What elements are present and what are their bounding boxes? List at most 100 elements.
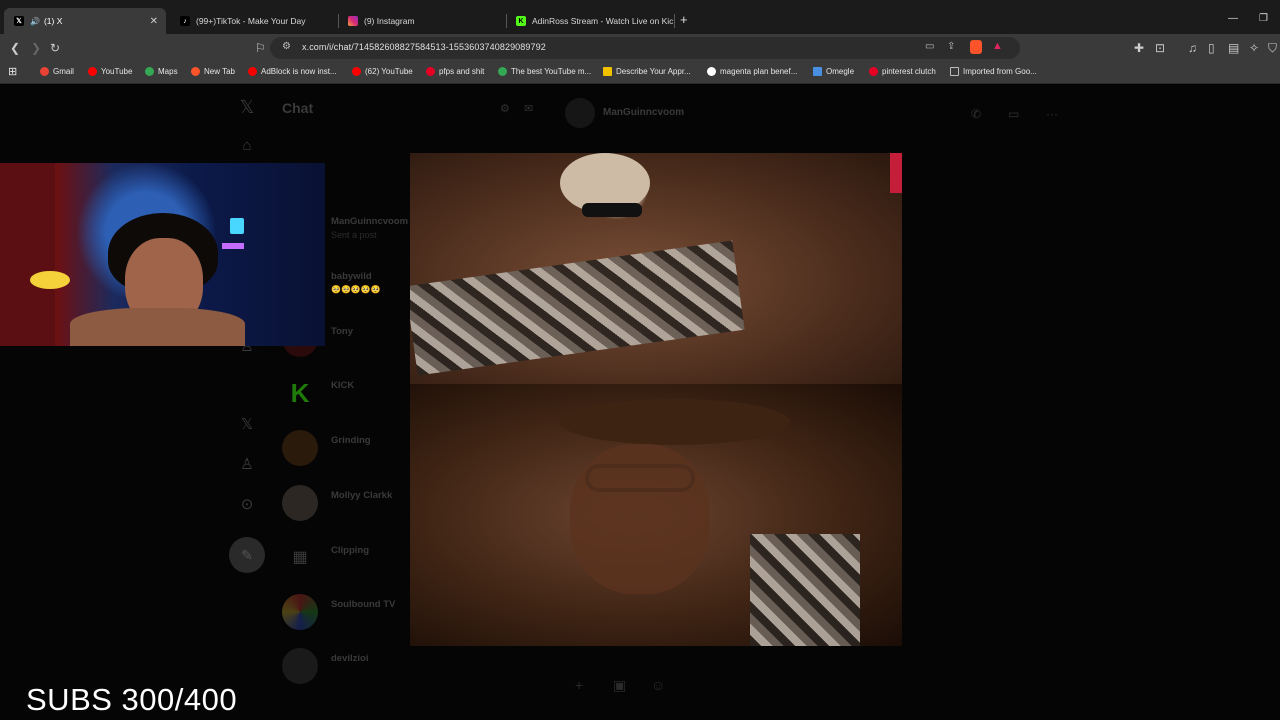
patterned-sleeve [410,240,745,376]
tab-separator [674,14,675,28]
forward-icon[interactable]: ❯ [31,41,41,55]
red-accent [890,153,902,193]
bookmark-label: The best YouTube m... [511,67,592,76]
bookmark-label: Imported from Goo... [963,67,1037,76]
bookmark-youtube[interactable]: YouTube [88,67,132,76]
bookmark-youtube-62[interactable]: (62) YouTube [352,67,413,76]
new-tab-button[interactable]: + [680,12,688,27]
avatar [282,430,318,466]
site-info-icon[interactable]: ⚙ [282,41,291,52]
wallet-icon[interactable]: ▤ [1228,41,1239,55]
google-icon [707,67,716,76]
minimize-button[interactable]: — [1228,13,1238,24]
phone-icon[interactable]: ✆ [971,107,981,121]
music-icon[interactable]: ♫ [1188,41,1197,55]
patterned-sleeve [750,534,860,646]
bookmark-magenta[interactable]: magenta plan benef... [707,67,797,76]
bookmark-pfps[interactable]: pfps and shit [426,67,484,76]
kick-icon: K [516,16,526,26]
bookmark-adblock[interactable]: AdBlock is now inst... [248,67,337,76]
tab-kick[interactable]: K AdinRoss Stream - Watch Live on Kic [506,8,675,34]
bookmark-label: Gmail [53,67,74,76]
bookmark-omegle[interactable]: Omegle [813,67,854,76]
new-message-icon[interactable]: ✉ [524,102,533,115]
tab-instagram[interactable]: (9) Instagram [338,8,507,34]
vpn-icon[interactable]: ⛉ [1268,41,1277,55]
browser-tab-strip: 𝕏 🔊 (1) X ✕ ♪ (99+)TikTok - Make Your Da… [0,0,1280,38]
bookmark-label: Maps [158,67,178,76]
adblock-icon [248,67,257,76]
bookmark-label: Omegle [826,67,855,76]
bookmark-icon[interactable]: ⚐ [255,41,266,55]
back-icon[interactable]: ❮ [10,41,20,55]
chat-header-name: ManGuinncvoom [603,107,685,118]
conversation-item[interactable]: K KICK [282,375,422,425]
bookmark-label: magenta plan benef... [720,67,798,76]
gif-icon[interactable]: ▣ [613,677,626,694]
emoji-icon[interactable]: ☺ [651,677,665,693]
tab-x[interactable]: 𝕏 🔊 (1) X ✕ [4,8,166,34]
conversation-item[interactable]: ▦ Clipping [282,540,422,590]
video-call-icon[interactable]: ▭ [1008,107,1019,121]
compose-post-button[interactable]: ✎ [229,537,265,573]
conversation-name: ManGuinncvoom [331,216,409,227]
home-icon[interactable]: ⌂ [237,137,257,154]
video-frame-top [410,153,902,384]
tab-label: (1) X [43,16,63,26]
conversation-item[interactable]: Soulbound TV [282,594,422,644]
avatar[interactable] [565,98,595,128]
leo-ai-icon[interactable]: ✧ [1249,41,1259,55]
streamer-shoulders [70,308,245,346]
sidebar-icon[interactable]: ▯ [1208,41,1215,55]
conversation-name: Grinding [331,435,371,446]
bookmark-pinterest[interactable]: pinterest clutch [869,67,936,76]
bookmark-gmail[interactable]: Gmail [40,67,74,76]
conversation-item[interactable]: Grinding [282,430,422,480]
reload-icon[interactable]: ↻ [50,41,60,55]
page-content: 𝕏 ⌂ ♙ 𝕏 ♙ ⊙ ✎ Chat ⚙ ✉ ManGuinncvoom Sen… [0,85,1280,720]
avatar [282,594,318,630]
video-player[interactable] [410,153,902,646]
maps-icon [145,67,154,76]
brave-rewards-icon[interactable]: ▲ [992,40,1003,52]
subs-goal-text: SUBS 300/400 [26,682,238,717]
bookmark-describe[interactable]: Describe Your Appr... [603,67,691,76]
settings-icon[interactable]: ⚙ [500,102,510,115]
gmail-icon [40,67,49,76]
youtube-icon [352,67,361,76]
apps-grid-icon[interactable]: ⊞ [8,65,17,78]
conversation-name: Tony [331,326,353,337]
bookmark-imported[interactable]: Imported from Goo... [950,67,1037,76]
share-icon[interactable]: ⇪ [947,41,955,52]
more-icon[interactable]: ⊙ [237,495,257,513]
brave-shields-icon[interactable] [970,40,982,54]
instagram-icon [348,16,358,26]
bookmark-label: pinterest clutch [882,67,936,76]
restore-button[interactable]: ❐ [1259,13,1268,24]
conversation-item[interactable]: devilzioi [282,648,422,698]
conversation-preview: 🥺🥺🥺🥺🥺 [331,285,381,294]
address-bar[interactable]: ⚙ x.com/i/chat/714582608827584513-155360… [270,37,1020,59]
bookmark-maps[interactable]: Maps [145,67,178,76]
conversation-name: Clipping [331,545,369,556]
webcam-overlay [0,163,325,346]
profile-icon[interactable]: ♙ [237,455,257,473]
avatar [282,648,318,684]
x-logo-icon[interactable]: 𝕏 [237,97,257,118]
cast-icon[interactable]: ▭ [925,41,934,52]
more-options-icon[interactable]: ··· [1046,107,1058,121]
speaker-icon: 🔊 [30,16,40,26]
brave-icon [191,67,200,76]
extensions-icon[interactable]: ✚ [1134,41,1144,55]
tab-tiktok[interactable]: ♪ (99+)TikTok - Make Your Day [170,8,339,34]
add-media-icon[interactable]: + [575,677,583,693]
premium-x-icon[interactable]: 𝕏 [237,415,257,433]
conversation-name: KICK [331,380,355,391]
avatar [282,485,318,521]
bookmark-youtube-m[interactable]: The best YouTube m... [498,67,591,76]
conversation-item[interactable]: Mollyy Clarkk [282,485,422,535]
close-tab-icon[interactable]: ✕ [150,16,158,27]
bookmark-new-tab[interactable]: New Tab [191,67,235,76]
screenshot-icon[interactable]: ⊡ [1155,41,1165,55]
purple-light [222,243,244,249]
